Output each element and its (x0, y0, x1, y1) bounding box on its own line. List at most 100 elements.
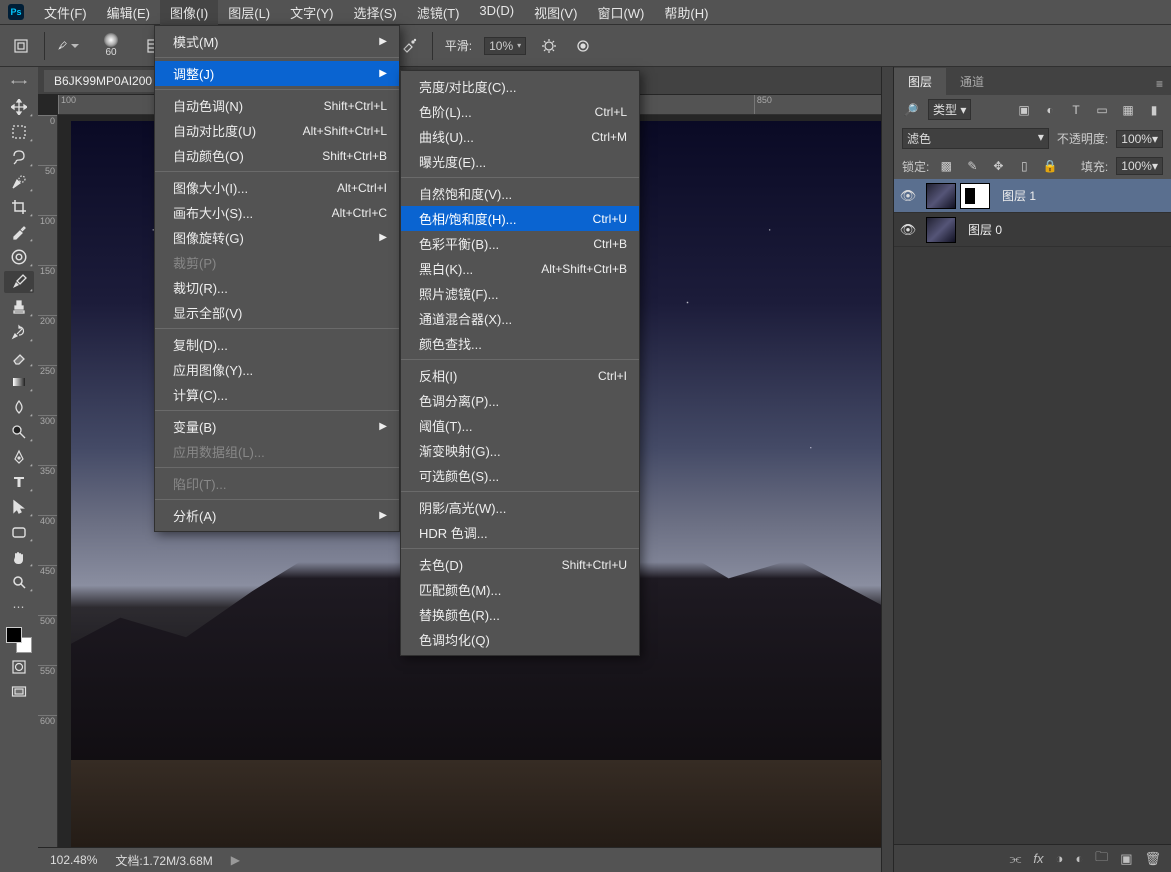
menu-文字[interactable]: 文字(Y) (280, 0, 343, 26)
search-icon[interactable]: 🔎 (902, 103, 920, 117)
menu-item[interactable]: 复制(D)... (155, 332, 399, 357)
stamp-tool-icon[interactable] (4, 296, 34, 318)
menu-item[interactable]: HDR 色调... (401, 520, 639, 545)
filter-smart-icon[interactable]: ▦ (1119, 103, 1137, 117)
panel-menu-icon[interactable]: ≡ (1148, 73, 1171, 95)
menu-item[interactable]: 应用图像(Y)... (155, 357, 399, 382)
quick-select-tool-icon[interactable] (4, 171, 34, 193)
layer-thumb[interactable] (926, 183, 956, 209)
menu-item[interactable]: 显示全部(V) (155, 300, 399, 325)
menu-item[interactable]: 色彩平衡(B)...Ctrl+B (401, 231, 639, 256)
menu-item[interactable]: 自动色调(N)Shift+Ctrl+L (155, 93, 399, 118)
menu-item[interactable]: 照片滤镜(F)... (401, 281, 639, 306)
menu-item[interactable]: 调整(J)▶ (155, 61, 399, 86)
filter-image-icon[interactable]: ▣ (1015, 103, 1033, 117)
menu-item[interactable]: 通道混合器(X)... (401, 306, 639, 331)
menu-item[interactable]: 色相/饱和度(H)...Ctrl+U (401, 206, 639, 231)
menu-item[interactable]: 可选颜色(S)... (401, 463, 639, 488)
menu-item[interactable]: 颜色查找... (401, 331, 639, 356)
pressure-size-icon[interactable] (572, 35, 594, 57)
crop-tool-icon[interactable] (4, 196, 34, 218)
lock-pos-icon[interactable]: ✥ (989, 159, 1007, 173)
status-menu-icon[interactable]: ▶ (231, 853, 240, 867)
menu-视图[interactable]: 视图(V) (524, 0, 587, 26)
lock-all-icon[interactable]: 🔒 (1041, 159, 1059, 173)
layer-name[interactable]: 图层 0 (968, 221, 1002, 238)
delete-layer-icon[interactable]: 🗑 (1144, 851, 1161, 867)
menu-窗口[interactable]: 窗口(W) (587, 0, 654, 26)
layer-thumb[interactable] (926, 217, 956, 243)
screenmode-icon[interactable] (4, 681, 34, 703)
hand-tool-icon[interactable] (4, 546, 34, 568)
menu-item[interactable]: 色调均化(Q) (401, 627, 639, 652)
filter-adjust-icon[interactable]: ◐ (1041, 103, 1059, 117)
menu-item[interactable]: 色调分离(P)... (401, 388, 639, 413)
menu-item[interactable]: 计算(C)... (155, 382, 399, 407)
menu-item[interactable]: 裁切(R)... (155, 275, 399, 300)
fx-icon[interactable]: fx (1033, 851, 1043, 866)
menu-帮助[interactable]: 帮助(H) (654, 0, 718, 26)
layer-row[interactable]: 👁图层 0 (894, 213, 1171, 247)
quickmask-icon[interactable] (4, 656, 34, 678)
marquee-tool-icon[interactable] (4, 121, 34, 143)
menu-item[interactable]: 替换颜色(R)... (401, 602, 639, 627)
menu-选择[interactable]: 选择(S) (343, 0, 406, 26)
menu-item[interactable]: 变量(B)▶ (155, 414, 399, 439)
menu-编辑[interactable]: 编辑(E) (97, 0, 160, 26)
layer-name[interactable]: 图层 1 (1002, 187, 1036, 204)
menu-item[interactable]: 模式(M)▶ (155, 29, 399, 54)
move-tool-icon[interactable] (4, 96, 34, 118)
type-tool-icon[interactable] (4, 471, 34, 493)
menu-item[interactable]: 自然饱和度(V)... (401, 181, 639, 206)
doc-presets-icon[interactable] (10, 35, 32, 57)
collapsed-panel-strip[interactable] (881, 67, 893, 872)
adjustment-layer-icon[interactable]: ◐ (1075, 851, 1083, 866)
menu-item[interactable]: 匹配颜色(M)... (401, 577, 639, 602)
frame-tool-icon[interactable] (4, 246, 34, 268)
lock-paint-icon[interactable]: ✎ (963, 159, 981, 173)
group-icon[interactable]: 🗀 (1095, 848, 1108, 870)
menu-item[interactable]: 去色(D)Shift+Ctrl+U (401, 552, 639, 577)
history-brush-tool-icon[interactable] (4, 321, 34, 343)
smooth-field[interactable]: 10%▾ (484, 37, 526, 55)
menu-图层[interactable]: 图层(L) (218, 0, 280, 26)
menu-item[interactable]: 亮度/对比度(C)... (401, 74, 639, 99)
link-layers-icon[interactable]: ⫘ (1010, 851, 1022, 867)
menu-item[interactable]: 图像旋转(G)▶ (155, 225, 399, 250)
blur-tool-icon[interactable] (4, 396, 34, 418)
opacity-input[interactable]: 100%▾ (1116, 130, 1163, 148)
visibility-icon[interactable]: 👁 (894, 188, 922, 204)
tab-layers[interactable]: 图层 (894, 68, 946, 95)
new-layer-icon[interactable]: ▣ (1120, 851, 1132, 867)
menu-item[interactable]: 曲线(U)...Ctrl+M (401, 124, 639, 149)
path-select-tool-icon[interactable] (4, 496, 34, 518)
menu-item[interactable]: 自动颜色(O)Shift+Ctrl+B (155, 143, 399, 168)
menu-3d[interactable]: 3D(D) (469, 0, 524, 26)
shape-tool-icon[interactable] (4, 521, 34, 543)
brush-tool-icon[interactable] (4, 271, 34, 293)
menu-图像[interactable]: 图像(I) (160, 0, 218, 26)
filter-type-icon[interactable]: T (1067, 103, 1085, 117)
menu-文件[interactable]: 文件(F) (34, 0, 97, 26)
lock-trans-icon[interactable]: ▩ (937, 159, 955, 173)
layer-filter-kind[interactable]: 类型 ▾ (928, 99, 971, 120)
dodge-tool-icon[interactable] (4, 421, 34, 443)
pen-tool-icon[interactable] (4, 446, 34, 468)
menu-item[interactable]: 画布大小(S)...Alt+Ctrl+C (155, 200, 399, 225)
menu-item[interactable]: 分析(A)▶ (155, 503, 399, 528)
menu-item[interactable]: 自动对比度(U)Alt+Shift+Ctrl+L (155, 118, 399, 143)
smoothing-options-icon[interactable] (538, 35, 560, 57)
toolbox-handle-icon[interactable] (4, 71, 34, 93)
tab-channels[interactable]: 通道 (946, 68, 998, 95)
mask-icon[interactable]: ◑ (1055, 851, 1063, 866)
filter-toggle-icon[interactable]: ▮ (1145, 103, 1163, 117)
eyedropper-tool-icon[interactable] (4, 221, 34, 243)
lock-artboard-icon[interactable]: ▯ (1015, 159, 1033, 173)
filter-shape-icon[interactable]: ▭ (1093, 103, 1111, 117)
menu-item[interactable]: 渐变映射(G)... (401, 438, 639, 463)
fill-input[interactable]: 100%▾ (1116, 157, 1163, 175)
airbrush-icon[interactable] (398, 35, 420, 57)
foreground-color-swatch[interactable] (6, 627, 22, 643)
tool-preset-brush-icon[interactable] (57, 35, 79, 57)
menu-item[interactable]: 色阶(L)...Ctrl+L (401, 99, 639, 124)
